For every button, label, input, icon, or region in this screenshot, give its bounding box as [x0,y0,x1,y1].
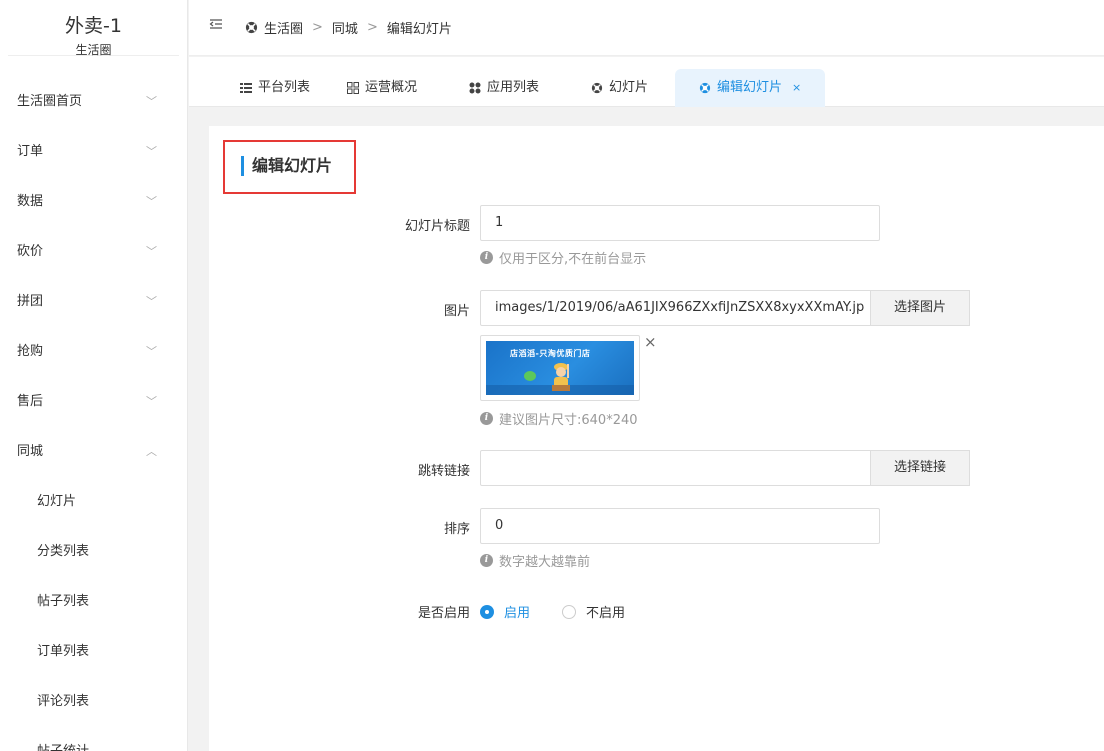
sort-label: 排序 [443,522,470,537]
breadcrumb-separator: > [366,20,378,35]
breadcrumb-item[interactable]: 同城 [332,18,358,37]
enable-radio-off[interactable]: 不启用 [562,602,625,621]
image-label: 图片 [443,304,470,319]
lifebuoy-icon [591,82,603,94]
sidebar-item-label: 抢购 [17,344,44,359]
sort-input[interactable]: 0 [480,508,880,544]
tab-bar: 平台列表 运营概况 应用列表 幻灯片 编辑幻灯片 × [189,57,1104,107]
select-link-button[interactable]: 选择链接 [870,450,970,486]
sidebar-item-label: 数据 [17,194,44,209]
info-icon: i [480,251,493,264]
tab-label: 编辑幻灯片 [717,80,783,95]
tab-operations-overview[interactable]: 运营概况 [347,69,417,107]
tab-label: 幻灯片 [609,80,649,95]
chevron-down-icon: ﹀ [146,345,157,358]
radio-unselected-icon [562,604,576,619]
image-thumbnail: 店滔滔-只淘优质门店 [486,341,634,395]
radio-label: 启用 [504,606,531,621]
top-header: 生活圈 > 同城 > 编辑幻灯片 [189,0,1104,56]
help-text: 建议图片尺寸:640*240 [499,413,638,428]
tab-label: 平台列表 [258,80,311,95]
sidebar-item-label: 售后 [17,394,44,409]
collapse-menu-icon[interactable] [209,17,223,31]
link-input[interactable] [480,450,871,486]
sidebar-subitem-post-stats[interactable]: 帖子统计 [0,727,187,751]
breadcrumb-item[interactable]: 生活圈 [264,18,303,37]
chevron-down-icon: ﹀ [146,395,157,408]
help-text: 数字越大越靠前 [499,555,591,570]
lifebuoy-icon [699,82,711,94]
courier-figure-icon [552,363,570,391]
sidebar-item-label: 生活圈首页 [17,94,83,109]
list-icon [240,83,252,93]
breadcrumb: 生活圈 > 同城 > 编辑幻灯片 [245,18,452,37]
enable-radio-on[interactable]: 启用 [480,602,530,621]
sidebar-subitem-categories[interactable]: 分类列表 [0,527,187,577]
thumbnail-text: 店滔滔-只淘优质门店 [510,349,591,358]
sidebar-item-home[interactable]: 生活圈首页 ﹀ [0,77,187,127]
lifebuoy-icon [245,21,258,34]
sidebar-subitem-orders[interactable]: 订单列表 [0,627,187,677]
chevron-down-icon: ﹀ [146,95,157,108]
sidebar-item-orders[interactable]: 订单 ﹀ [0,127,187,177]
tab-slides[interactable]: 幻灯片 [591,69,648,107]
image-path-input[interactable]: images/1/2019/06/aA61JIX966ZXxfiJnZSXX8x… [480,290,871,326]
radio-selected-icon [480,604,494,619]
image-preview: 店滔滔-只淘优质门店 [480,335,640,401]
sidebar-item-label: 同城 [17,444,44,459]
slide-title-input[interactable]: 1 [480,205,880,241]
sidebar-subitem-posts[interactable]: 帖子列表 [0,577,187,627]
section-title: 编辑幻灯片 [241,156,332,176]
sidebar-item-group-buy[interactable]: 拼团 ﹀ [0,277,187,327]
section-title-highlight: 编辑幻灯片 [223,140,356,194]
radio-label: 不启用 [586,606,626,621]
brand: 外卖-1 生活圈 [8,0,179,57]
sidebar-menu: 生活圈首页 ﹀ 订单 ﹀ 数据 ﹀ 砍价 ﹀ 拼团 ﹀ 抢购 ﹀ 售后 ﹀ 同城 ︿ 幻灯片 分… [0,77,187,751]
sidebar-item-label: 订单 [17,144,44,159]
tab-platform-list[interactable]: 平台列表 [240,69,310,107]
select-image-button[interactable]: 选择图片 [870,290,970,326]
info-icon: i [480,412,493,425]
tab-edit-slide[interactable]: 编辑幻灯片 × [675,69,826,107]
brand-subtitle: 生活圈 [75,43,112,57]
sidebar-item-after-sales[interactable]: 售后 ﹀ [0,377,187,427]
slide-title-help: i 仅用于区分,不在前台显示 [480,248,646,267]
tab-label: 运营概况 [365,80,418,95]
info-icon: i [480,554,493,567]
sidebar-item-label: 砍价 [17,244,44,259]
chevron-down-icon: ﹀ [146,145,157,158]
chevron-down-icon: ﹀ [146,195,157,208]
sidebar-subitem-slides[interactable]: 幻灯片 [0,477,187,527]
sidebar-item-bargain[interactable]: 砍价 ﹀ [0,227,187,277]
slide-title-label: 幻灯片标题 [404,219,470,234]
sidebar-subitem-comments[interactable]: 评论列表 [0,677,187,727]
breadcrumb-item-current: 编辑幻灯片 [386,22,452,37]
help-text: 仅用于区分,不在前台显示 [499,252,647,267]
image-help: i 建议图片尺寸:640*240 [480,409,638,428]
breadcrumb-separator: > [312,20,323,35]
sidebar-item-label: 拼团 [17,294,44,309]
sidebar-item-data[interactable]: 数据 ﹀ [0,177,187,227]
sidebar: 外卖-1 生活圈 生活圈首页 ﹀ 订单 ﹀ 数据 ﹀ 砍价 ﹀ 拼团 ﹀ 抢购 ﹀ 售后 ﹀ … [0,0,188,751]
enable-label: 是否启用 [417,606,470,621]
brand-name: 外卖-1 [65,15,122,37]
sidebar-item-same-city[interactable]: 同城 ︿ [0,427,187,477]
edit-slide-panel: 编辑幻灯片 幻灯片标题 1 i 仅用于区分,不在前台显示 图片 images/1… [209,126,1104,751]
remove-image-icon[interactable]: × [644,333,657,351]
close-icon[interactable]: × [792,70,801,106]
apps-icon [469,82,481,94]
tab-label: 应用列表 [487,80,540,95]
link-label: 跳转链接 [417,464,470,479]
chevron-up-icon: ︿ [146,445,157,458]
sort-help: i 数字越大越靠前 [480,551,590,570]
sidebar-item-flash-sale[interactable]: 抢购 ﹀ [0,327,187,377]
dashboard-icon [347,82,359,94]
chevron-down-icon: ﹀ [146,295,157,308]
tab-app-list[interactable]: 应用列表 [469,69,539,107]
wechat-icon [524,371,536,381]
chevron-down-icon: ﹀ [146,245,157,258]
